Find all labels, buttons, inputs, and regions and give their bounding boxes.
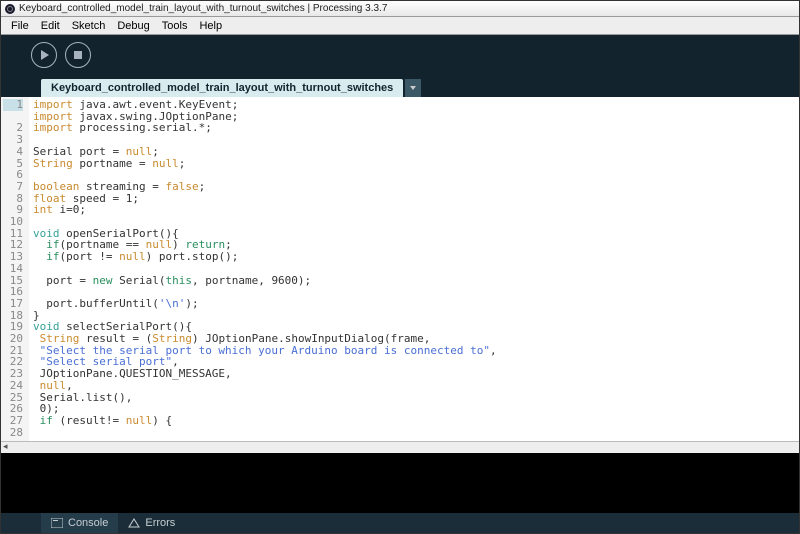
- tab-dropdown-icon[interactable]: [405, 79, 421, 97]
- code-area[interactable]: import java.awt.event.KeyEvent; import j…: [29, 97, 799, 441]
- console-tab[interactable]: Console: [41, 513, 118, 533]
- toolbar: [1, 35, 799, 75]
- app-window: Keyboard_controlled_model_train_layout_w…: [0, 0, 800, 534]
- line-gutter: 1 2 3 4 5 6 7 8 9 10 11 12 13 14 15 16 1…: [1, 97, 29, 441]
- titlebar[interactable]: Keyboard_controlled_model_train_layout_w…: [1, 1, 799, 17]
- code-editor[interactable]: 1 2 3 4 5 6 7 8 9 10 11 12 13 14 15 16 1…: [1, 97, 799, 441]
- horizontal-scrollbar[interactable]: [1, 441, 799, 453]
- menu-sketch[interactable]: Sketch: [66, 20, 112, 32]
- footer: Console Errors: [1, 513, 799, 533]
- console-panel[interactable]: [1, 453, 799, 513]
- menu-tools[interactable]: Tools: [156, 20, 194, 32]
- window-title: Keyboard_controlled_model_train_layout_w…: [19, 3, 387, 14]
- console-label: Console: [68, 517, 108, 529]
- menu-help[interactable]: Help: [193, 20, 228, 32]
- processing-icon: [5, 4, 15, 14]
- menubar: File Edit Sketch Debug Tools Help: [1, 17, 799, 35]
- menu-file[interactable]: File: [5, 20, 35, 32]
- warning-icon: [128, 518, 140, 528]
- menu-edit[interactable]: Edit: [35, 20, 66, 32]
- errors-label: Errors: [145, 517, 175, 529]
- menu-debug[interactable]: Debug: [111, 20, 155, 32]
- console-icon: [51, 518, 63, 528]
- tab-bar: Keyboard_controlled_model_train_layout_w…: [1, 75, 799, 97]
- run-button[interactable]: [31, 42, 57, 68]
- stop-button[interactable]: [65, 42, 91, 68]
- errors-tab[interactable]: Errors: [118, 513, 185, 533]
- sketch-tab[interactable]: Keyboard_controlled_model_train_layout_w…: [41, 79, 403, 97]
